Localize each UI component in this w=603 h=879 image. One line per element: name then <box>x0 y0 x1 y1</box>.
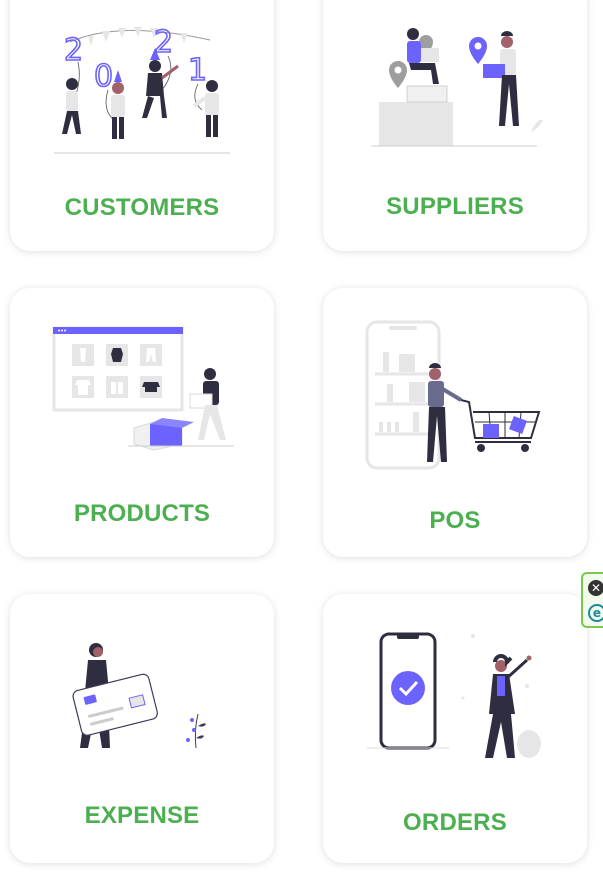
dashboard-grid: 2 0 2 1 CUSTOMERS SUPPLIERS PRODUCTS POS… <box>0 0 603 879</box>
customers-card[interactable]: 2 0 2 1 CUSTOMERS <box>10 0 274 251</box>
extension-logo-icon[interactable]: e <box>588 604 603 622</box>
orders-label: ORDERS <box>403 809 507 836</box>
online-store-illustration <box>52 326 234 451</box>
pos-card[interactable]: POS <box>323 288 587 557</box>
products-label: PRODUCTS <box>73 500 211 527</box>
expense-label: EXPENSE <box>84 802 200 829</box>
suppliers-label: SUPPLIERS <box>386 193 524 220</box>
order-confirmed-illustration <box>367 632 541 758</box>
new-year-party-illustration: 2 0 2 1 <box>54 24 230 154</box>
svg-text:0: 0 <box>94 59 113 94</box>
products-card[interactable]: PRODUCTS <box>10 288 274 557</box>
orders-card[interactable]: ORDERS <box>323 594 587 863</box>
suppliers-card[interactable]: SUPPLIERS <box>323 0 587 251</box>
close-icon[interactable]: ✕ <box>588 580 603 596</box>
svg-text:2: 2 <box>64 33 83 68</box>
svg-text:1: 1 <box>188 53 207 88</box>
extension-widget[interactable]: ✕ e <box>581 572 603 628</box>
delivery-location-illustration <box>371 28 543 147</box>
credit-card-illustration <box>72 643 206 749</box>
customers-label: CUSTOMERS <box>64 194 220 221</box>
pos-label: POS <box>429 507 481 534</box>
shopping-cart-illustration <box>365 320 541 470</box>
expense-card[interactable]: EXPENSE <box>10 594 274 863</box>
